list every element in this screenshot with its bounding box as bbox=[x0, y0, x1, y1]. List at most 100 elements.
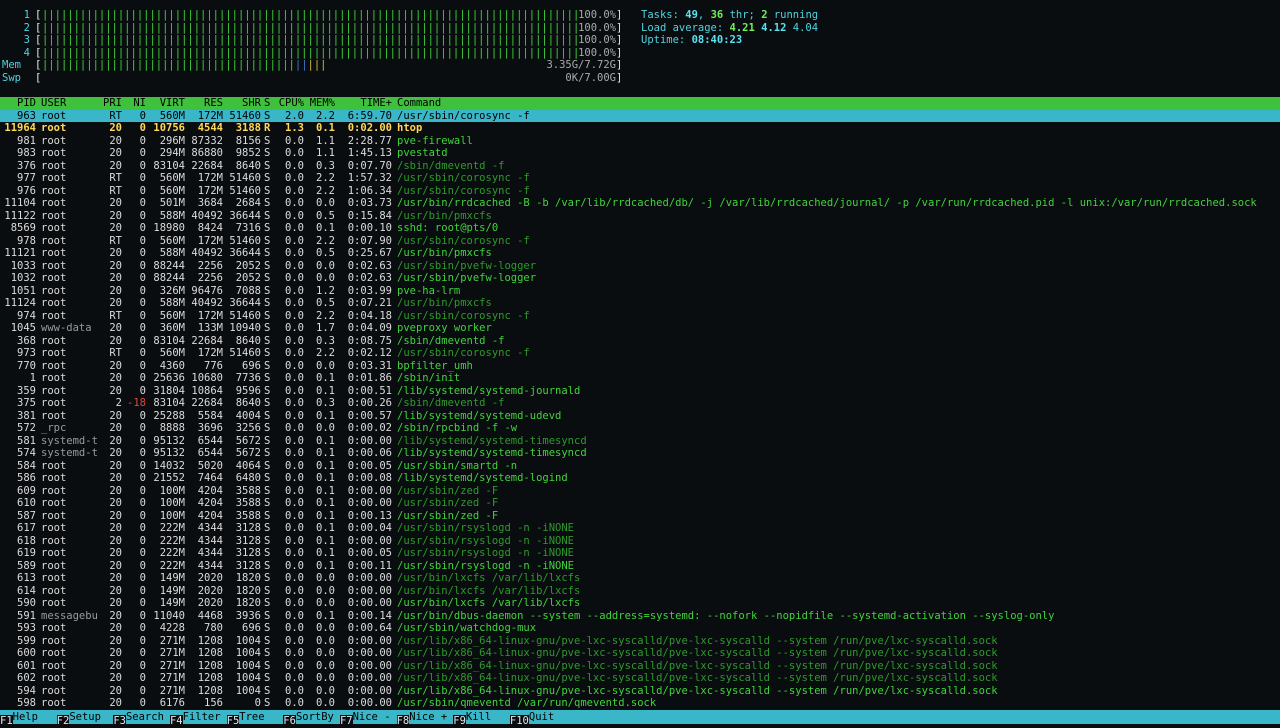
cell-res: 4344 bbox=[197, 522, 223, 534]
process-row[interactable]: 11122 root 20 0 588M 40492 36644 S 0.0 0.5 0:15.84… bbox=[0, 210, 1280, 223]
process-row[interactable]: 983 root 20 0 294M 86880 9852 S 0.0 1.1 1:45.13 pve… bbox=[0, 147, 1280, 160]
column-header-cpu[interactable]: CPU% bbox=[276, 97, 304, 110]
process-row[interactable]: 610 root 20 0 100M 4204 3588 S 0.0 0.1 0:00.00/usr… bbox=[0, 497, 1280, 510]
process-row[interactable]: 591 messagebu 20 0 11040 4468 3936 S 0.0 0.1 0:00.… bbox=[0, 610, 1280, 623]
process-row[interactable]: 619 root 20 0 222M 4344 3128 S 0.0 0.1 0:00.05/usr… bbox=[0, 547, 1280, 560]
process-row[interactable]: 11964 root 20 0 10756 4544 3188 R 1.3 0.1 0:02.00 h… bbox=[0, 122, 1280, 135]
process-row[interactable]: 574 systemd-t 20 0 95132 6544 5672 S 0.0 0.1 0:00.… bbox=[0, 447, 1280, 460]
process-row[interactable]: 586 root 20 0 21552 7464 6480 S 0.0 0.1 0:00.08/li… bbox=[0, 472, 1280, 485]
process-row[interactable]: 359 root 20 0 31804 10864 9596 S 0.0 0.1 0:00.51/l… bbox=[0, 385, 1280, 398]
cell-s: S bbox=[264, 209, 271, 222]
process-row[interactable]: 375 root 2 -18 83104 22684 8640 S 0.0 0.3 0:00.26 /… bbox=[0, 397, 1280, 410]
function-key-f5[interactable]: F5 bbox=[226, 715, 240, 727]
cell-virt: 95132 bbox=[153, 434, 185, 447]
process-row[interactable]: 770 root 20 0 4360 776 696 S 0.0 0.0 0:03.31 bpfilt… bbox=[0, 360, 1280, 373]
process-row[interactable]: 11124 root 20 0 588M 40492 36644 S 0.0 0.5 0:07.21… bbox=[0, 297, 1280, 310]
process-row[interactable]: 613 root 20 0 149M 2020 1820 S 0.0 0.0 0:00.00/usr… bbox=[0, 572, 1280, 585]
column-header-pid[interactable]: PID bbox=[0, 97, 36, 110]
function-key-label[interactable]: Setup bbox=[69, 710, 113, 724]
cell-res: 133M bbox=[197, 322, 223, 334]
function-key-f3[interactable]: F3 bbox=[113, 715, 126, 727]
process-row[interactable]: 600 root 20 0 271M 1208 1004 S 0.0 0.0 0:00.00/usr… bbox=[0, 647, 1280, 660]
cell-shr: 1004 bbox=[235, 672, 261, 684]
function-key-label[interactable]: Nice - bbox=[353, 710, 397, 724]
column-header-s[interactable]: S bbox=[264, 97, 274, 110]
function-key-label[interactable]: Search bbox=[126, 710, 170, 724]
process-row[interactable]: 1 root 20 0 25636 10680 7736 S 0.0 0.1 0:01.86/sbi… bbox=[0, 372, 1280, 385]
process-row[interactable]: 1051 root 20 0 326M 96476 7088 S 0.0 1.2 0:03.99 pv… bbox=[0, 285, 1280, 298]
process-row[interactable]: 981 root 20 0 296M 87332 8156 S 0.0 1.1 2:28.77 pve… bbox=[0, 135, 1280, 148]
process-row[interactable]: 589 root 20 0 222M 4344 3128 S 0.0 0.1 0:00.11/usr… bbox=[0, 560, 1280, 573]
process-row[interactable]: 598 root 20 0 6176 156 0 S 0.0 0.0 0:00.00/usr/sbi… bbox=[0, 697, 1280, 710]
function-key-f8[interactable]: F8 bbox=[396, 715, 410, 727]
column-header-virt[interactable]: VIRT bbox=[150, 97, 185, 110]
process-row[interactable]: 609 root 20 0 100M 4204 3588 S 0.0 0.1 0:00.00/usr… bbox=[0, 485, 1280, 498]
column-header-user[interactable]: USER bbox=[41, 97, 103, 110]
cell-res: 5020 bbox=[197, 459, 223, 472]
cell-mem: 0.1 bbox=[316, 447, 335, 459]
process-row[interactable]: 1033 root 20 0 88244 2256 2052 S 0.0 0.0 0:02.63/u… bbox=[0, 260, 1280, 273]
cell-virt: 4360 bbox=[159, 359, 185, 372]
cell-pid: 375 bbox=[17, 397, 36, 409]
cell-cmd: /usr/bin/pmxcfs bbox=[397, 209, 492, 222]
function-key-f10[interactable]: F10 bbox=[509, 715, 529, 727]
process-row[interactable]: 590 root 20 0 149M 2020 1820 S 0.0 0.0 0:00.00/usr… bbox=[0, 597, 1280, 610]
column-header-pri[interactable]: PRI bbox=[100, 97, 122, 110]
function-key-label[interactable]: Kill bbox=[466, 710, 510, 724]
process-row[interactable]: 587 root 20 0 100M 4204 3588 S 0.0 0.1 0:00.13/usr… bbox=[0, 510, 1280, 523]
process-row[interactable]: 978 root RT 0 560M 172M 51460 S 0.0 2.2 0:07.90/us… bbox=[0, 235, 1280, 248]
function-key-label[interactable]: Nice + bbox=[409, 710, 453, 724]
column-header-mem[interactable]: MEM% bbox=[307, 97, 335, 110]
process-row[interactable]: 614 root 20 0 149M 2020 1820 S 0.0 0.0 0:00.00/usr… bbox=[0, 585, 1280, 598]
process-row[interactable]: 381 root 20 0 25288 5584 4004 S 0.0 0.1 0:00.57/li… bbox=[0, 410, 1280, 423]
process-row[interactable]: 963 root RT 0 560M 172M 51460 S 2.0 2.2 6:59.70/us… bbox=[0, 109, 1280, 122]
function-key-f2[interactable]: F2 bbox=[56, 715, 70, 727]
process-row[interactable]: 617 root 20 0 222M 4344 3128 S 0.0 0.1 0:00.04/usr… bbox=[0, 522, 1280, 535]
function-key-f7[interactable]: F7 bbox=[339, 715, 353, 727]
process-row[interactable]: 8569 root 20 0 18980 8424 7316 S 0.0 0.1 0:00.10 ss… bbox=[0, 222, 1280, 235]
process-row[interactable]: 368 root 20 0 83104 22684 8640 S 0.0 0.3 0:08.75/s… bbox=[0, 335, 1280, 348]
cell-virt: 560M bbox=[159, 109, 185, 122]
function-key-f1[interactable]: F1 bbox=[0, 715, 13, 727]
cell-res: 776 bbox=[204, 359, 223, 372]
swp-usage-value: 0K/7.00G bbox=[565, 71, 616, 84]
cell-cmd: pve-firewall bbox=[397, 134, 473, 147]
function-key-f6[interactable]: F6 bbox=[283, 715, 296, 727]
column-header-time[interactable]: TIME+ bbox=[338, 97, 392, 110]
process-row[interactable]: 581 systemd-t 20 0 95132 6544 5672 S 0.0 0.1 0:00.… bbox=[0, 435, 1280, 448]
process-row[interactable]: 593 root 20 0 4228 780 696 S 0.0 0.0 0:00.64/usr/s… bbox=[0, 622, 1280, 635]
column-header-res[interactable]: RES bbox=[188, 97, 223, 110]
process-row[interactable]: 584 root 20 0 14032 5020 4064 S 0.0 0.1 0:00.05/us… bbox=[0, 460, 1280, 473]
process-row[interactable]: 599 root 20 0 271M 1208 1004 S 0.0 0.0 0:00.00/usr… bbox=[0, 635, 1280, 648]
process-row[interactable]: 973 root RT 0 560M 172M 51460 S 0.0 2.2 0:02.12/us… bbox=[0, 347, 1280, 360]
function-key-label[interactable]: SortBy bbox=[296, 710, 340, 724]
function-key-label[interactable]: Filter bbox=[183, 710, 227, 724]
function-key-f9[interactable]: F9 bbox=[453, 715, 466, 727]
process-row[interactable]: 602 root 20 0 271M 1208 1004 S 0.0 0.0 0:00.00/usr… bbox=[0, 672, 1280, 685]
function-key-label[interactable]: Quit bbox=[529, 710, 573, 724]
function-key-f4[interactable]: F4 bbox=[169, 715, 183, 727]
column-header-ni[interactable]: NI bbox=[126, 97, 146, 110]
column-header-command[interactable]: Command bbox=[397, 97, 1277, 110]
function-key-label[interactable]: Tree bbox=[239, 710, 283, 724]
process-row[interactable]: 594 root 20 0 271M 1208 1004 S 0.0 0.0 0:00.00/usr… bbox=[0, 685, 1280, 698]
cell-s: S bbox=[264, 347, 271, 359]
column-header-shr[interactable]: SHR bbox=[224, 97, 261, 110]
process-row[interactable]: 1032 root 20 0 88244 2256 2052 S 0.0 0.0 0:02.63/u… bbox=[0, 272, 1280, 285]
process-row[interactable]: 1045 www-data 20 0 360M 133M 10940 S 0.0 1.7 0:04.… bbox=[0, 322, 1280, 335]
process-row[interactable]: 974 root RT 0 560M 172M 51460 S 0.0 2.2 0:04.18/us… bbox=[0, 310, 1280, 323]
cell-time: 6:59.70 bbox=[347, 109, 392, 122]
cell-time: 0:07.21 bbox=[347, 297, 392, 309]
function-key-label[interactable]: Help bbox=[13, 710, 57, 724]
process-row[interactable]: 976 root RT 0 560M 172M 51460 S 0.0 2.2 1:06.34/us… bbox=[0, 185, 1280, 198]
cell-time: 0:00.26 bbox=[347, 397, 392, 409]
process-row[interactable]: 977 root RT 0 560M 172M 51460 S 0.0 2.2 1:57.32/us… bbox=[0, 172, 1280, 185]
process-row[interactable]: 11121 root 20 0 588M 40492 36644 S 0.0 0.5 0:25.67… bbox=[0, 247, 1280, 260]
process-row[interactable]: 618 root 20 0 222M 4344 3128 S 0.0 0.1 0:00.00/usr… bbox=[0, 535, 1280, 548]
process-row[interactable]: 572 _rpc 20 0 8888 3696 3256 S 0.0 0.0 0:00.02/sbi… bbox=[0, 422, 1280, 435]
cell-cmd: /usr/sbin/pvefw-logger bbox=[397, 259, 537, 272]
process-row[interactable]: 601 root 20 0 271M 1208 1004 S 0.0 0.0 0:00.00/usr… bbox=[0, 660, 1280, 673]
process-row[interactable]: 376 root 20 0 83104 22684 8640 S 0.0 0.3 0:07.70/s… bbox=[0, 160, 1280, 173]
process-row[interactable]: 11104 root 20 0 501M 3684 2684 S 0.0 0.0 0:03.73/u… bbox=[0, 197, 1280, 210]
process-table-header[interactable]: PID USER PRI NI VIRT RES SHR S CPU% MEM% TIME+ Comm… bbox=[0, 97, 1280, 110]
